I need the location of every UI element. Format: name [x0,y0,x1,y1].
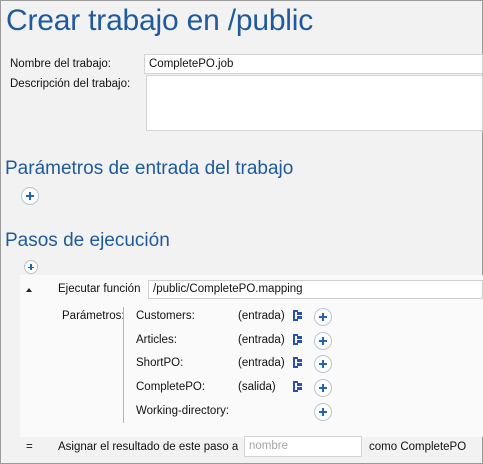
param-direction: (entrada) [238,310,285,322]
param-name: Customers: [136,310,195,322]
param-name: Articles: [136,334,177,346]
param-add-icon[interactable] [314,332,332,350]
job-name-field[interactable]: CompletePO.job [144,54,483,74]
job-description-label: Descripción del trabajo: [10,78,131,90]
execute-function-label: Ejecutar función [58,283,141,295]
params-divider [123,307,124,423]
param-add-icon[interactable] [314,308,332,326]
execution-steps-heading: Pasos de ejecución [5,230,170,251]
param-direction: (salida) [238,381,276,393]
mapping-icon[interactable] [293,381,302,392]
mapping-icon[interactable] [293,334,302,345]
assign-label: Asignar el resultado de este paso a [58,441,239,453]
param-add-icon[interactable] [314,355,332,373]
assign-suffix: como CompletePO [369,441,467,453]
assign-symbol: = [26,441,33,453]
params-label: Parámetros: [62,310,125,322]
function-path-field[interactable]: /public/CompletePO.mapping [148,280,483,299]
input-params-heading: Parámetros de entrada del trabajo [5,158,294,179]
assign-name-input[interactable]: nombre [244,436,362,457]
add-input-param-icon[interactable] [21,187,39,205]
collapse-triangle-icon[interactable] [26,288,32,292]
param-direction: (entrada) [238,357,285,369]
param-name: ShortPO: [136,357,184,369]
job-name-label: Nombre del trabajo: [10,58,111,70]
param-name: Working-directory: [136,405,230,417]
add-step-icon[interactable] [24,260,38,274]
param-direction: (entrada) [238,334,285,346]
mapping-icon[interactable] [293,310,302,321]
execution-step [20,275,483,437]
param-name: CompletePO: [136,381,206,393]
param-add-icon[interactable] [314,403,332,421]
job-description-field[interactable] [146,75,483,131]
mapping-icon[interactable] [293,357,302,368]
page-title: Crear trabajo en /public [6,4,314,37]
param-add-icon[interactable] [314,379,332,397]
